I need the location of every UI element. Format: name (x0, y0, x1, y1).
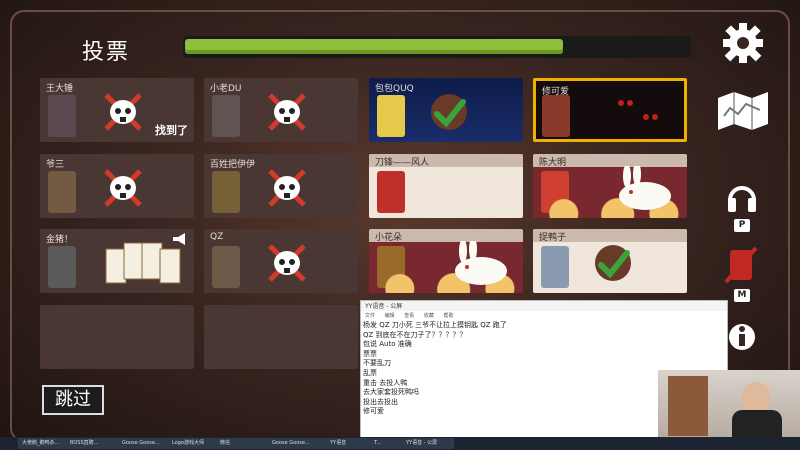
mute-icon[interactable] (724, 246, 758, 284)
voted-check-icon (595, 245, 631, 281)
taskbar-item[interactable]: YY语音 (326, 438, 370, 449)
chat-line: 投出去投出 (363, 397, 398, 406)
player-card[interactable]: 陈大明 (533, 154, 687, 218)
player-name: 百姓把伊伊 (210, 160, 256, 170)
taskbar-item[interactable]: Logo游戏大师 (168, 438, 216, 449)
chat-menu-item[interactable]: 帮助 (443, 313, 453, 319)
chat-menu: 文件 编辑 查看 收藏 帮助 (365, 312, 461, 319)
chat-line: 杨发 QZ 刀小死 三爷不让拉上摸钥匙 QZ 跑了 (363, 321, 507, 329)
player-name: 爷三 (46, 160, 65, 170)
taskbar-item[interactable]: Goose Goose... (118, 438, 168, 449)
player-card[interactable]: 金猪！ (40, 229, 194, 293)
rabbit-decoration (619, 166, 671, 210)
empty-slot (40, 305, 194, 369)
player-card[interactable]: 爷三 (40, 154, 194, 218)
player-avatar (212, 171, 240, 213)
chat-menu-item[interactable]: 收藏 (424, 313, 434, 319)
chat-line: 不要乱刀 (363, 359, 391, 368)
player-card[interactable]: 捉鸭子 (533, 229, 687, 293)
chat-line: 票票 (363, 349, 377, 358)
player-name: 陈大明 (539, 158, 567, 168)
player-avatar (48, 95, 76, 137)
player-name: 王大锤 (46, 84, 74, 94)
dead-skull-icon (104, 93, 142, 131)
player-card[interactable]: 小老DU (204, 78, 358, 142)
player-name: 金猪！ (46, 235, 74, 245)
headset-hotkey: P (734, 219, 750, 232)
found-label: 找到了 (155, 124, 188, 137)
player-avatar (48, 246, 76, 288)
webcam-overlay (658, 370, 800, 440)
map-icon[interactable] (716, 88, 770, 132)
chat-line: 包说 Auto 准确 (363, 340, 412, 349)
info-icon[interactable] (728, 322, 756, 352)
chat-menu-item[interactable]: 查看 (404, 313, 414, 319)
player-name: 包包QUQ (375, 84, 414, 94)
headset-icon[interactable] (726, 180, 758, 214)
chat-menu-item[interactable]: 编辑 (385, 313, 395, 319)
voted-check-icon (431, 94, 467, 130)
player-name: 小老DU (210, 84, 242, 94)
page-title: 投票 (82, 40, 131, 65)
chat-line: 乱票 (363, 368, 377, 377)
player-card[interactable]: 百姓把伊伊 (204, 154, 358, 218)
card-header: 刀锋——风人 (369, 154, 523, 168)
chat-line: 重击 去投人鸭 (363, 378, 408, 387)
red-eyes-decoration (618, 100, 658, 120)
player-avatar (212, 246, 240, 288)
player-avatar (212, 95, 240, 137)
dead-skull-icon (268, 244, 306, 282)
taskbar-item[interactable]: BOSS直聘... (66, 438, 118, 449)
player-name: 捉鸭子 (539, 233, 567, 243)
player-card[interactable]: QZ (204, 229, 358, 293)
player-avatar (542, 95, 570, 137)
dead-skull-icon (104, 169, 142, 207)
chat-menu-item[interactable]: 文件 (365, 313, 375, 319)
chat-line: 修可爱 (363, 407, 384, 416)
player-card[interactable]: 王大锤 找到了 (40, 78, 194, 142)
chat-messages: 杨发 QZ 刀小死 三爷不让拉上摸钥匙 QZ 跑了 QZ 到底在不在刀子了？？？… (363, 321, 507, 417)
chat-window-title: YY语音 - 公屏 (361, 301, 727, 311)
player-avatar (377, 171, 405, 213)
taskbar-item[interactable]: 微信 (216, 438, 268, 449)
rabbit-decoration (455, 241, 507, 285)
player-card[interactable]: 刀锋——风人 (369, 154, 523, 218)
chat-line: 去大家套投死鸭吗 (363, 388, 419, 397)
empty-slot (204, 305, 358, 369)
player-card[interactable]: 包包QUQ (369, 78, 523, 142)
player-name: 刀锋——风人 (375, 158, 430, 168)
player-avatar (48, 171, 76, 213)
player-avatar (377, 95, 405, 137)
vote-timer-bar (183, 36, 691, 58)
vote-timer-fill (185, 39, 563, 54)
player-name: QZ (210, 232, 224, 242)
player-avatar (541, 246, 569, 288)
taskbar-item[interactable]: YY语音 - 公屏 (402, 438, 454, 449)
dead-skull-icon (268, 169, 306, 207)
mute-hotkey: M (734, 289, 750, 302)
taskbar: 大佬鹅_鹅鸭杀... BOSS直聘... Goose Goose... Logo… (0, 437, 800, 450)
skip-vote-button[interactable]: 跳过 (42, 385, 104, 415)
player-name: 小花朵 (375, 233, 403, 243)
taskbar-item[interactable]: 大佬鹅_鹅鸭杀... (18, 438, 66, 449)
taskbar-item[interactable]: Goose Goose... (268, 438, 326, 449)
card-header: 捉鸭子 (533, 229, 687, 243)
dead-skull-icon (268, 93, 306, 131)
megaphone-icon (173, 233, 185, 245)
player-card[interactable]: 小花朵 (369, 229, 523, 293)
bookshelf (668, 376, 708, 436)
gear-icon[interactable] (722, 22, 764, 64)
player-card-selected[interactable]: 修可爱 (533, 78, 687, 142)
streamer-body (732, 410, 782, 440)
taskbar-item[interactable]: T... (370, 438, 402, 449)
chat-line: QZ 到底在不在刀子了？？？？？ (363, 330, 467, 339)
